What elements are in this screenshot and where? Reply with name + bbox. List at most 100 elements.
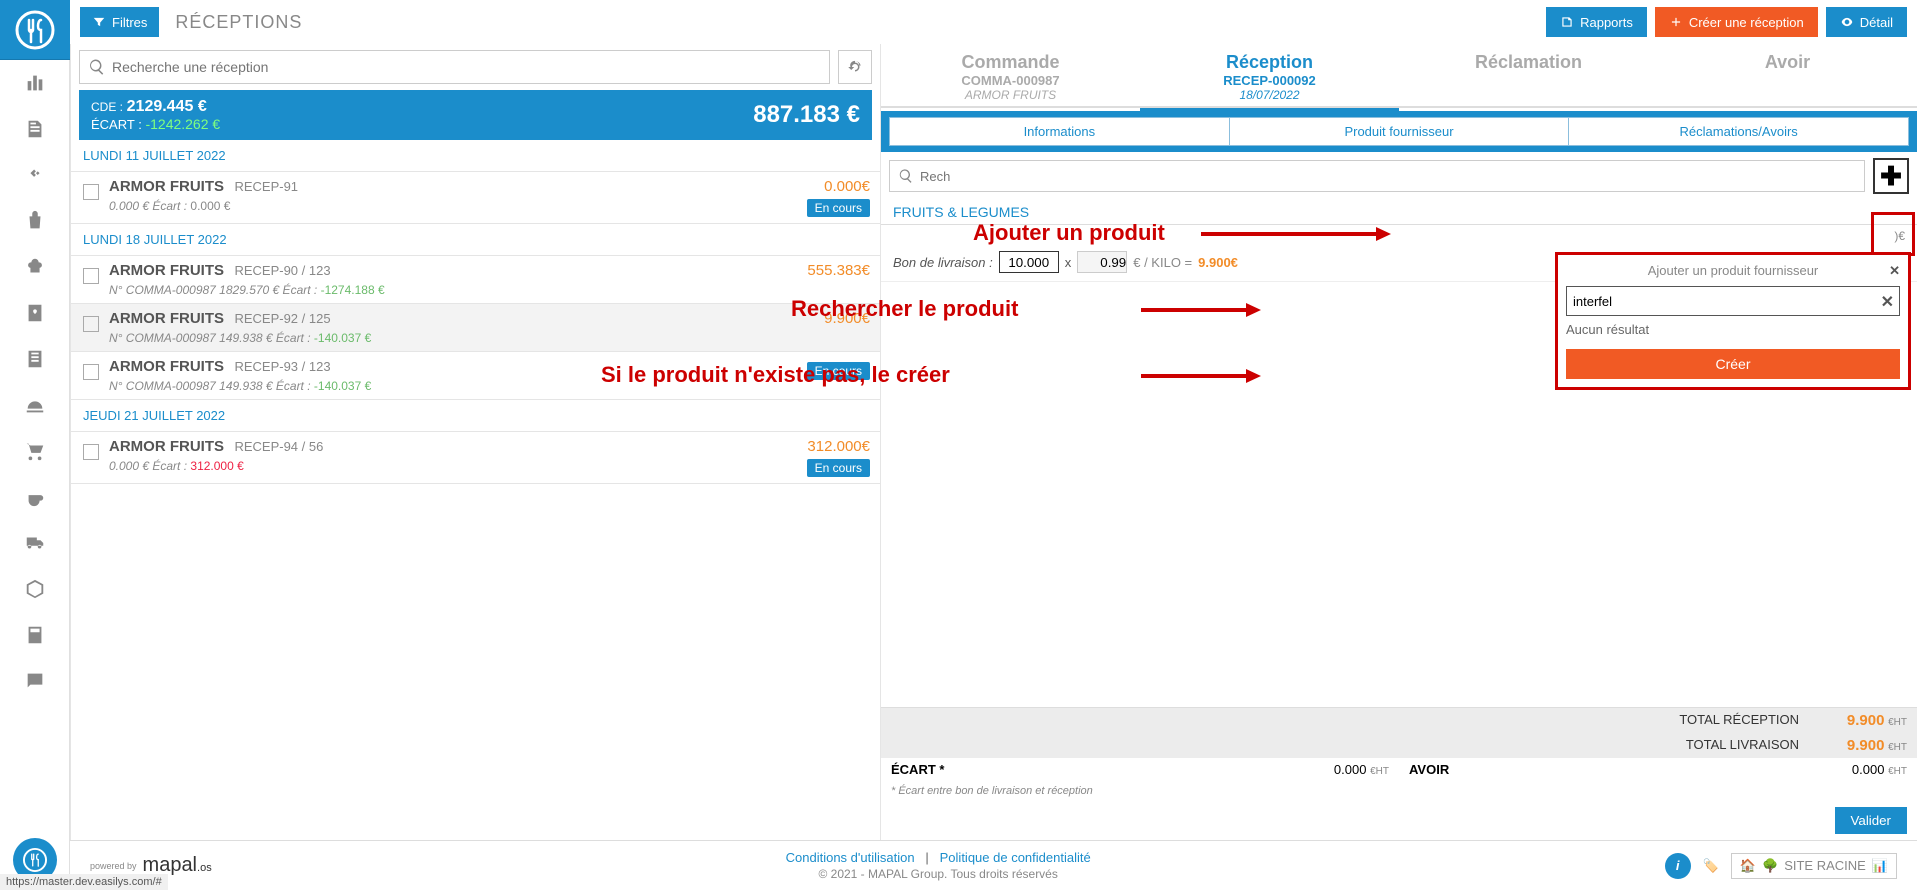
row-checkbox[interactable] (83, 364, 99, 380)
nav-chef-icon[interactable] (0, 244, 70, 290)
product-search-input[interactable] (920, 169, 1856, 184)
detail-button[interactable]: Détail (1826, 7, 1907, 37)
row-checkbox[interactable] (83, 316, 99, 332)
row-checkbox[interactable] (83, 184, 99, 200)
nav-coffee-icon[interactable] (0, 474, 70, 520)
product-category[interactable]: FRUITS & LEGUMES (881, 200, 1917, 225)
row-line2: N° COMMA-000987 1829.570 € Écart : -1274… (109, 283, 807, 297)
add-product-button[interactable]: ✚ (1873, 158, 1909, 194)
summary-left: CDE : 2129.445 € ÉCART : -1242.262 € (91, 98, 220, 132)
row-right: 9.900€ (824, 310, 870, 327)
content: CDE : 2129.445 € ÉCART : -1242.262 € 887… (70, 44, 1917, 840)
totals: TOTAL RÉCEPTION 9.900 €HT TOTAL LIVRAISO… (881, 707, 1917, 840)
detail-pane: Commande COMMA-000987 ARMOR FRUITS Récep… (880, 44, 1917, 840)
total-reception-label: TOTAL RÉCEPTION (891, 712, 1807, 729)
date-header: JEUDI 21 JUILLET 2022 (71, 400, 880, 432)
tab-avoir[interactable]: Avoir (1658, 44, 1917, 106)
filtres-label: Filtres (112, 15, 147, 30)
nav-cart-icon[interactable] (0, 428, 70, 474)
reception-row[interactable]: ARMOR FRUITS RECEP-93 / 123 N° COMMA-000… (71, 352, 880, 400)
subtab-produit-fournisseur[interactable]: Produit fournisseur (1230, 117, 1570, 146)
privacy-link[interactable]: Politique de confidentialité (940, 850, 1091, 865)
delivery-label: Bon de livraison : (893, 255, 993, 270)
row-right: En cours (807, 358, 870, 380)
nav-list-icon[interactable] (0, 336, 70, 382)
refresh-button[interactable] (838, 50, 872, 84)
tab-avoir-label: Avoir (1658, 52, 1917, 73)
row-ref: RECEP-91 (234, 179, 298, 194)
popup-close-button[interactable]: ✕ (1889, 263, 1900, 279)
tab-commande[interactable]: Commande COMMA-000987 ARMOR FRUITS (881, 44, 1140, 106)
popup-search-input[interactable] (1566, 286, 1900, 316)
row-amount: 9.900€ (824, 310, 870, 327)
product-search-box[interactable] (889, 160, 1865, 192)
tag-icon[interactable]: 🏷️ (1703, 858, 1719, 874)
main: Filtres RÉCEPTIONS Rapports Créer une ré… (70, 0, 1917, 890)
app-logo[interactable] (0, 0, 70, 60)
site-racine-button[interactable]: 🏠 🌳 SITE RACINE 📊 (1731, 853, 1897, 879)
cde-value: 2129.445 € (127, 98, 207, 115)
row-right: 0.000€ En cours (807, 178, 870, 217)
row-line2: N° COMMA-000987 149.938 € Écart : -140.0… (109, 379, 807, 393)
subtab-reclamations-avoirs[interactable]: Réclamations/Avoirs (1569, 117, 1909, 146)
reception-row[interactable]: ARMOR FRUITS RECEP-92 / 125 N° COMMA-000… (71, 304, 880, 352)
home-icon: 🏠 (1740, 858, 1756, 874)
reception-row[interactable]: ARMOR FRUITS RECEP-94 / 56 0.000 € Écart… (71, 432, 880, 484)
eht1: €HT (1888, 717, 1907, 728)
tab-reclamation[interactable]: Réclamation (1399, 44, 1658, 106)
unit-suffix: )€ (881, 225, 1917, 243)
row-info: ARMOR FRUITS RECEP-91 0.000 € Écart : 0.… (109, 178, 807, 213)
terms-link[interactable]: Conditions d'utilisation (786, 850, 915, 865)
nav-truck-icon[interactable] (0, 520, 70, 566)
delivery-price-input[interactable] (1077, 251, 1127, 273)
row-supplier: ARMOR FRUITS (109, 178, 224, 195)
subtab-informations[interactable]: Informations (889, 117, 1230, 146)
cde-label: CDE : (91, 100, 123, 114)
ecart-value: -1242.262 € (145, 116, 220, 132)
sub-tabs: Informations Produit fournisseur Réclama… (881, 111, 1917, 152)
top-actions: Rapports Créer une réception Détail (1546, 7, 1907, 37)
popup-input-wrap: ✕ (1566, 286, 1900, 316)
create-reception-button[interactable]: Créer une réception (1655, 7, 1818, 37)
status-badge: En cours (807, 199, 870, 217)
popup-title-row: Ajouter un produit fournisseur ✕ (1566, 263, 1900, 278)
popup-no-result: Aucun résultat (1566, 316, 1900, 343)
info-button[interactable]: i (1665, 853, 1691, 879)
search-input[interactable] (112, 59, 821, 75)
brand-suffix: .os (197, 862, 212, 874)
date-header: LUNDI 18 JUILLET 2022 (71, 224, 880, 256)
reports-button[interactable]: Rapports (1546, 7, 1647, 37)
nav-bag-icon[interactable] (0, 198, 70, 244)
nav-chat-icon[interactable] (0, 658, 70, 704)
row-amount: 312.000€ (807, 438, 870, 455)
row-amount: 555.383€ (807, 262, 870, 279)
brand-name: mapal (143, 854, 197, 876)
reception-row[interactable]: ARMOR FRUITS RECEP-91 0.000 € Écart : 0.… (71, 172, 880, 224)
search-box[interactable] (79, 50, 830, 84)
popup-clear-button[interactable]: ✕ (1881, 292, 1894, 312)
nav-handshake-icon[interactable] (0, 152, 70, 198)
row-checkbox[interactable] (83, 444, 99, 460)
nav-box-icon[interactable] (0, 566, 70, 612)
fork-knife-small-icon (22, 847, 48, 873)
nav-calc-icon[interactable] (0, 612, 70, 658)
powered-label: powered by (90, 861, 137, 871)
filtres-button[interactable]: Filtres (80, 7, 159, 37)
nav-building-icon[interactable] (0, 60, 70, 106)
chart-icon: 📊 (1872, 858, 1888, 874)
page-title: RÉCEPTIONS (175, 12, 302, 33)
total-livraison-row: TOTAL LIVRAISON 9.900 €HT (881, 733, 1917, 758)
tab-reception[interactable]: Réception RECEP-000092 18/07/2022 (1140, 44, 1399, 106)
create-label: Créer une réception (1689, 15, 1804, 30)
nav-cloche-icon[interactable] (0, 382, 70, 428)
filter-icon (92, 15, 106, 29)
nav-receipt-icon[interactable] (0, 106, 70, 152)
reception-row[interactable]: ARMOR FRUITS RECEP-90 / 123 N° COMMA-000… (71, 256, 880, 304)
valider-button[interactable]: Valider (1835, 807, 1908, 834)
row-checkbox[interactable] (83, 268, 99, 284)
total-livraison-label: TOTAL LIVRAISON (891, 737, 1807, 754)
nav-heart-doc-icon[interactable] (0, 290, 70, 336)
row-line2: 0.000 € Écart : 0.000 € (109, 199, 807, 213)
popup-create-button[interactable]: Créer (1566, 349, 1900, 379)
delivery-qty-input[interactable] (999, 251, 1059, 273)
